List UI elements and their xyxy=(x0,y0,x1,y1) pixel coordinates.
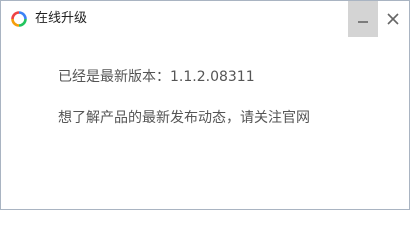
minimize-button[interactable] xyxy=(348,1,378,37)
close-button[interactable] xyxy=(378,1,408,37)
close-icon xyxy=(387,13,399,25)
app-logo-icon xyxy=(11,11,27,27)
title-bar[interactable]: 在线升级 xyxy=(1,1,409,37)
dialog-content: 已经是最新版本：1.1.2.08311 想了解产品的最新发布动态，请关注官网 xyxy=(1,37,409,209)
update-dialog: 在线升级 已经是最新版本：1.1.2.08311 想了解产品的最新发布动态，请关… xyxy=(0,0,410,210)
follow-official-site-text: 想了解产品的最新发布动态，请关注官网 xyxy=(58,110,310,126)
version-status-text: 已经是最新版本：1.1.2.08311 xyxy=(58,69,255,85)
window-title: 在线升级 xyxy=(35,11,88,26)
minimize-icon xyxy=(358,21,368,23)
